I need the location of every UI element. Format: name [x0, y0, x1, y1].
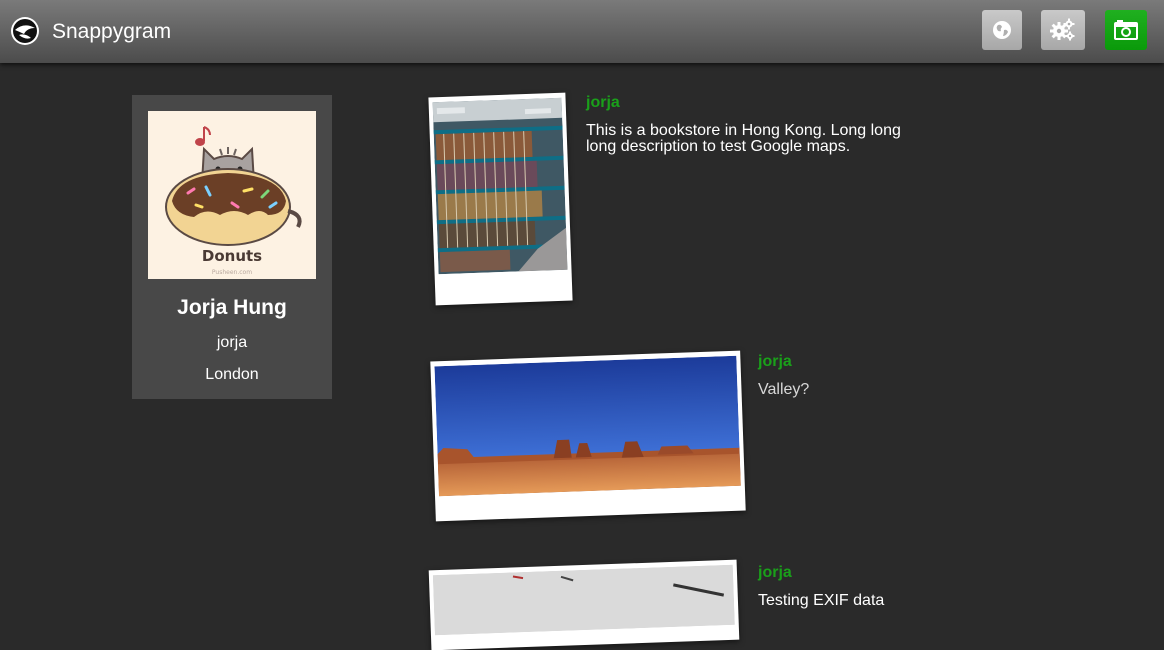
avatar-credit: Pusheen.com [212, 269, 252, 276]
post-photo-exif[interactable] [428, 559, 740, 650]
profile-card: Donuts Pusheen.com Jorja Hung jorja Lond… [132, 95, 332, 399]
profile-username: jorja [216, 334, 248, 351]
pusheen-donut-illustration: Donuts Pusheen.com [165, 126, 302, 276]
post-username[interactable]: jorja [758, 564, 792, 582]
post-username[interactable]: jorja [758, 353, 792, 371]
avatar-caption: Donuts [202, 247, 262, 265]
globe-icon [993, 21, 1011, 39]
explore-button[interactable] [982, 10, 1022, 50]
top-bar: Snappygram [0, 0, 1164, 63]
profile-location: London [205, 366, 259, 383]
valley-photo [434, 355, 741, 497]
gear-icon [1050, 18, 1075, 41]
app-logo-icon[interactable] [10, 16, 40, 46]
profile-name: Jorja Hung [177, 296, 287, 319]
post-description: Valley? [758, 381, 810, 398]
upload-photo-button[interactable] [1105, 10, 1147, 50]
post-username[interactable]: jorja [586, 94, 620, 112]
post-description: This is a bookstore in Hong Kong. Long l… [586, 122, 901, 155]
bookstore-photo [432, 97, 568, 275]
post-photo-valley[interactable] [430, 350, 746, 522]
camera-icon [1114, 20, 1138, 40]
desk-photo [432, 564, 735, 636]
avatar[interactable]: Donuts Pusheen.com [148, 111, 316, 279]
app-title[interactable]: Snappygram [52, 20, 171, 44]
post-description: Testing EXIF data [758, 592, 885, 609]
post-photo-bookstore[interactable] [428, 92, 573, 306]
settings-button[interactable] [1041, 10, 1085, 50]
